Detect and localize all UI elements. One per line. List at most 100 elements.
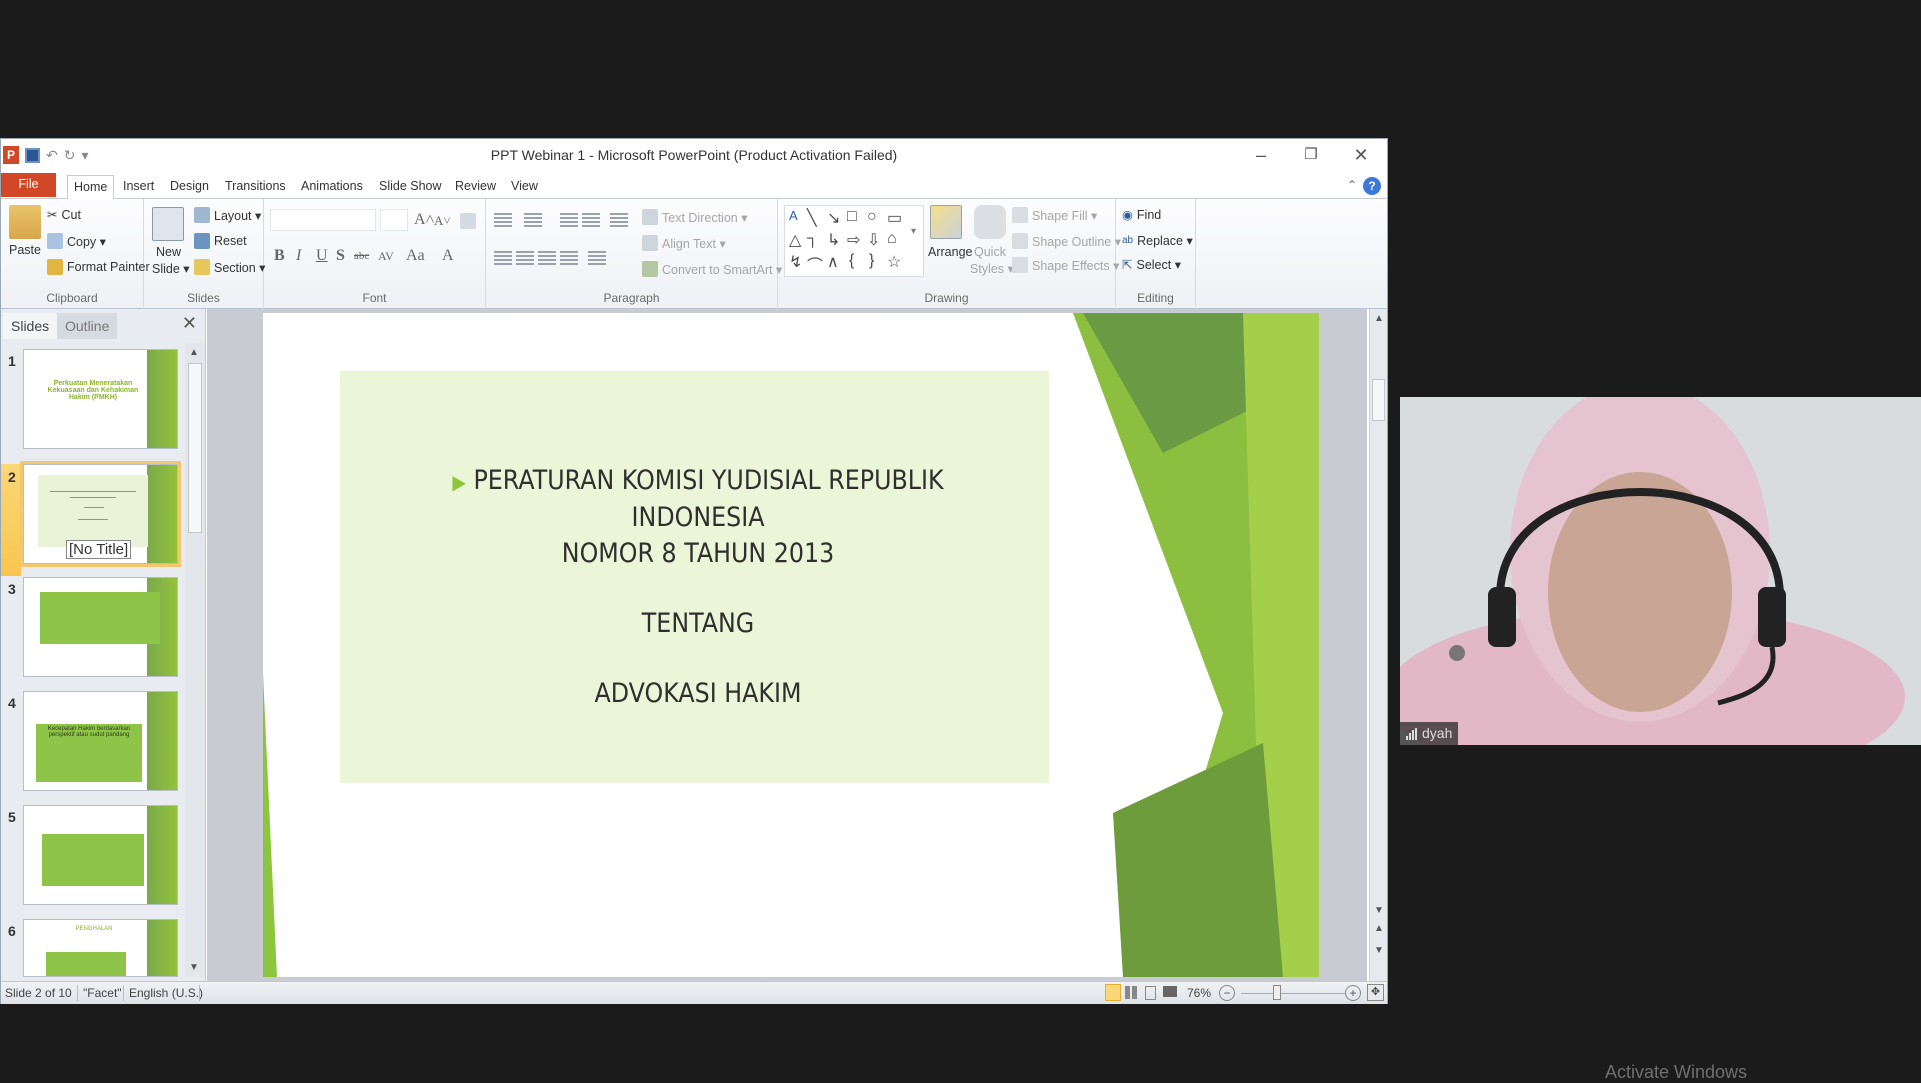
scroll-up-icon[interactable]: ▲ xyxy=(189,347,199,358)
strikethrough-button[interactable]: abc xyxy=(354,250,369,262)
font-size-select[interactable] xyxy=(380,209,408,231)
text-direction-button[interactable]: Text Direction ▾ xyxy=(642,209,747,225)
previous-slide-icon[interactable]: ▲ xyxy=(1374,923,1384,934)
align-left-icon[interactable] xyxy=(494,251,512,265)
tab-file[interactable]: File xyxy=(1,173,56,197)
left-brace-shape-icon[interactable]: { xyxy=(849,252,854,270)
align-right-icon[interactable] xyxy=(538,251,556,265)
next-slide-icon[interactable]: ▼ xyxy=(1374,945,1384,956)
shape-fill-button[interactable]: Shape Fill ▾ xyxy=(1012,207,1097,223)
normal-view-icon[interactable] xyxy=(1105,984,1121,1001)
tab-view[interactable]: View xyxy=(505,175,544,199)
rounded-rect-shape-icon[interactable]: ▭ xyxy=(887,208,902,228)
shrink-font-button[interactable]: A˅ xyxy=(434,213,451,229)
slideshow-view-icon[interactable] xyxy=(1163,986,1177,997)
close-pane-icon[interactable]: ✕ xyxy=(182,313,197,334)
quick-styles-button[interactable]: Quick xyxy=(974,245,1006,259)
help-icon[interactable]: ? xyxy=(1363,177,1381,195)
down-arrow-shape-icon[interactable]: ⇩ xyxy=(867,230,880,250)
tab-review[interactable]: Review xyxy=(449,175,502,199)
theme-name[interactable]: "Facet" xyxy=(83,986,122,1000)
copy-button[interactable]: Copy ▾ xyxy=(47,233,106,249)
font-color-button[interactable]: A xyxy=(442,247,454,265)
pentagon-shape-icon[interactable]: ⌂ xyxy=(887,230,897,248)
close-button[interactable]: ✕ xyxy=(1341,143,1381,167)
arrow-line-shape-icon[interactable]: ↘ xyxy=(827,208,840,228)
zoom-slider-handle[interactable] xyxy=(1273,985,1281,1000)
tab-animations[interactable]: Animations xyxy=(295,175,369,199)
numbering-icon[interactable] xyxy=(524,213,542,227)
tab-slide-show[interactable]: Slide Show xyxy=(373,175,448,199)
elbow-arrow-icon[interactable]: ↳ xyxy=(827,230,840,250)
oval-shape-icon[interactable]: ○ xyxy=(867,208,877,226)
participant-video[interactable]: dyah xyxy=(1400,397,1921,745)
paste-icon[interactable] xyxy=(9,205,41,239)
right-arrow-shape-icon[interactable]: ⇨ xyxy=(847,230,860,250)
scroll-down-icon[interactable]: ▼ xyxy=(189,962,199,973)
minimize-ribbon-icon[interactable]: ⌃ xyxy=(1347,178,1357,192)
line-shape-icon[interactable]: ╲ xyxy=(807,208,817,228)
align-center-icon[interactable] xyxy=(516,251,534,265)
decrease-indent-icon[interactable] xyxy=(560,213,578,227)
slide-thumbnail-3[interactable] xyxy=(23,577,178,677)
shapes-gallery[interactable]: A ╲ ↘ □ ○ ▭ △ ┐ ↳ ⇨ ⇩ ⌂ ↯ ⌒ ∧ { } ☆ ▾ xyxy=(784,205,924,277)
cut-button[interactable]: ✂ Cut xyxy=(47,207,81,223)
scroll-down-icon[interactable]: ▼ xyxy=(1374,905,1384,916)
find-button[interactable]: ◉ Find xyxy=(1122,207,1161,223)
language[interactable]: English (U.S.) xyxy=(129,986,203,1000)
shape-effects-button[interactable]: Shape Effects ▾ xyxy=(1012,257,1119,273)
increase-indent-icon[interactable] xyxy=(582,213,600,227)
zoom-slider-track[interactable] xyxy=(1241,993,1345,994)
slide-thumbnail-2[interactable]: [No Title] xyxy=(20,461,181,567)
section-button[interactable]: Section ▾ xyxy=(194,259,265,275)
italic-button[interactable]: I xyxy=(296,247,301,265)
shape-outline-button[interactable]: Shape Outline ▾ xyxy=(1012,233,1121,249)
scroll-thumb[interactable] xyxy=(1372,379,1385,421)
quick-styles-icon[interactable] xyxy=(974,205,1006,239)
arrange-button[interactable]: Arrange xyxy=(928,245,972,259)
slide-canvas[interactable]: ▶ PERATURAN KOMISI YUDISIAL REPUBLIK IND… xyxy=(263,313,1319,977)
quick-styles-dropdown[interactable]: Styles ▾ xyxy=(970,261,1014,276)
tab-insert[interactable]: Insert xyxy=(117,175,160,199)
textbox-shape-icon[interactable]: A xyxy=(789,208,798,223)
change-case-button[interactable]: Aa xyxy=(406,247,425,265)
star-shape-icon[interactable]: ☆ xyxy=(887,252,901,272)
gallery-more-icon[interactable]: ▾ xyxy=(911,226,916,237)
arc-shape-icon[interactable]: ⌒ xyxy=(807,252,823,276)
slide-thumbnail-6[interactable]: PENGHALAN xyxy=(23,919,178,977)
tab-transitions[interactable]: Transitions xyxy=(219,175,292,199)
fit-to-window-icon[interactable]: ✥ xyxy=(1367,984,1384,1001)
replace-button[interactable]: ab Replace ▾ xyxy=(1122,233,1193,248)
minimize-button[interactable]: – xyxy=(1241,143,1281,167)
shadow-button[interactable]: S xyxy=(336,247,345,265)
justify-icon[interactable] xyxy=(560,251,578,265)
lightning-shape-icon[interactable]: ↯ xyxy=(789,252,802,272)
bullets-icon[interactable] xyxy=(494,213,512,227)
new-slide-dropdown[interactable]: Slide ▾ xyxy=(152,261,190,276)
freeform-shape-icon[interactable]: ∧ xyxy=(827,252,839,272)
columns-icon[interactable] xyxy=(588,251,606,265)
scroll-up-icon[interactable]: ▲ xyxy=(1374,313,1384,324)
new-slide-button[interactable]: New xyxy=(156,245,181,259)
zoom-out-button[interactable]: − xyxy=(1219,985,1235,1001)
line-spacing-icon[interactable] xyxy=(610,213,628,227)
rectangle-shape-icon[interactable]: □ xyxy=(847,208,857,226)
align-text-button[interactable]: Align Text ▾ xyxy=(642,235,726,251)
zoom-in-button[interactable]: + xyxy=(1345,985,1361,1001)
grow-font-button[interactable]: A˄ xyxy=(414,211,435,229)
tab-design[interactable]: Design xyxy=(164,175,215,199)
zoom-level[interactable]: 76% xyxy=(1187,986,1211,1000)
tab-slides[interactable]: Slides xyxy=(3,313,58,339)
slide-thumbnail-1[interactable]: Perkuatan Meneratakan Kekuasaan dan Keha… xyxy=(23,349,178,449)
tab-outline[interactable]: Outline xyxy=(57,313,118,339)
right-brace-shape-icon[interactable]: } xyxy=(869,252,874,270)
paste-button[interactable]: Paste xyxy=(9,243,41,257)
bold-button[interactable]: B xyxy=(274,247,285,265)
scroll-thumb[interactable] xyxy=(188,363,202,533)
new-slide-icon[interactable] xyxy=(152,207,184,241)
restore-button[interactable]: ❐ xyxy=(1291,143,1331,167)
clear-formatting-icon[interactable] xyxy=(460,213,476,229)
format-painter-button[interactable]: Format Painter xyxy=(47,259,150,275)
elbow-connector-icon[interactable]: ┐ xyxy=(807,230,818,248)
layout-button[interactable]: Layout ▾ xyxy=(194,207,261,223)
